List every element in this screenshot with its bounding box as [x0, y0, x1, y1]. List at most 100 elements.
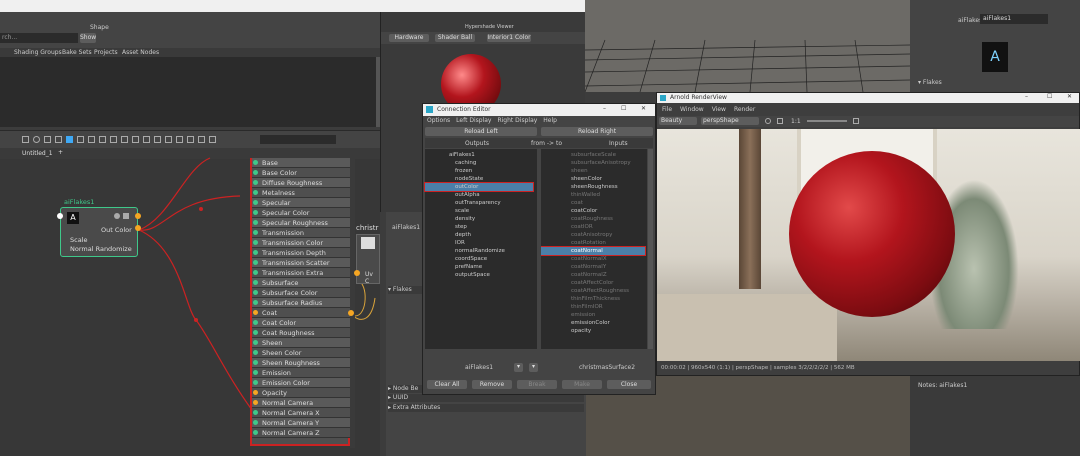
tr-field-input[interactable]: aiFlakes1 [980, 14, 1048, 24]
ce-clear-all-button[interactable]: Clear All [427, 380, 467, 389]
ce-menu-left-display[interactable]: Left Display [456, 117, 491, 126]
surface-attr-row[interactable]: Transmission [252, 228, 350, 238]
surface-attr-row[interactable]: Sheen Roughness [252, 358, 350, 368]
ce-left-item[interactable]: depth [455, 231, 471, 239]
ce-make-button[interactable]: Make [562, 380, 602, 389]
ne-tab-projects[interactable]: Projects [94, 49, 118, 56]
ce-right-item[interactable]: coatRotation [571, 239, 606, 247]
attr-input-port[interactable] [253, 330, 258, 335]
attr-input-port[interactable] [253, 300, 258, 305]
ce-right-item[interactable]: coatAnisotropy [571, 231, 612, 239]
toolbar-icon[interactable] [154, 136, 161, 143]
ae-tab[interactable]: aiFlakes1 [392, 224, 420, 231]
flakes-input-port[interactable] [57, 213, 63, 219]
attr-input-port[interactable] [253, 390, 258, 395]
surface-attr-row[interactable]: Opacity [252, 388, 350, 398]
maximize-icon[interactable]: ☐ [1047, 93, 1052, 100]
attr-input-port[interactable] [253, 230, 258, 235]
ce-right-item[interactable]: thinFilmThickness [571, 295, 620, 303]
ce-left-item[interactable]: prefName [455, 263, 482, 271]
ce-reload-right-button[interactable]: Reload Right [541, 127, 653, 136]
tr-section-flakes[interactable]: ▾ Flakes [918, 79, 942, 86]
surface-attr-row[interactable]: Normal Camera [252, 398, 350, 408]
surface-attr-row[interactable]: Diffuse Roughness [252, 178, 350, 188]
surface-attr-row[interactable]: Metalness [252, 188, 350, 198]
ce-left-item[interactable]: frozen [455, 167, 472, 175]
ce-left-item[interactable]: IOR [455, 239, 465, 247]
ce-left-item[interactable]: caching [455, 159, 476, 167]
ce-left-item[interactable]: coordSpace [455, 255, 487, 263]
ne-tab-asset-nodes[interactable]: Asset Nodes [122, 49, 159, 56]
ce-right-item[interactable]: sheenRoughness [571, 183, 618, 191]
attr-input-port[interactable] [253, 430, 258, 435]
attr-input-port[interactable] [253, 250, 258, 255]
ce-right-list[interactable]: subsurfaceScale subsurfaceAnisotropy sheen… [541, 149, 647, 349]
ce-left-item[interactable]: aiFlakes1 [449, 151, 475, 159]
ce-left-item[interactable]: outputSpace [455, 271, 490, 279]
ce-right-item[interactable]: coatColor [571, 207, 597, 215]
attr-input-port[interactable] [253, 370, 258, 375]
ce-right-item[interactable]: subsurfaceAnisotropy [571, 159, 631, 167]
ce-left-item[interactable]: scale [455, 207, 469, 215]
ne-tab-shading-groups[interactable]: Shading Groups [14, 49, 62, 56]
toolbar-icon[interactable] [176, 136, 183, 143]
ce-break-button[interactable]: Break [517, 380, 557, 389]
ce-right-item[interactable]: thinFilmIOR [571, 303, 603, 311]
minimize-icon[interactable]: – [603, 105, 606, 112]
ce-left-item[interactable]: outTransparency [455, 199, 501, 207]
ae-section-uuid[interactable]: ▸ UUID [388, 394, 584, 402]
toolbar-icon[interactable] [99, 136, 106, 143]
ce-left-list[interactable]: aiFlakes1 caching frozen nodeState outColor o… [424, 149, 537, 349]
attr-input-port[interactable] [253, 210, 258, 215]
ce-right-item[interactable]: coat [571, 199, 583, 207]
toolbar-icon[interactable] [187, 136, 194, 143]
ce-right-item[interactable]: coatAffectRoughness [571, 287, 629, 295]
surface-attr-row[interactable]: Base Color [252, 168, 350, 178]
maximize-icon[interactable]: ☐ [621, 105, 626, 112]
surface-attr-row[interactable]: Specular Color [252, 208, 350, 218]
attr-input-port[interactable] [253, 180, 258, 185]
attr-input-port[interactable] [253, 290, 258, 295]
ce-right-item[interactable]: coatIOR [571, 223, 593, 231]
ce-left-item[interactable]: outColor [424, 182, 534, 192]
christmas-node[interactable]: Uv C [356, 234, 380, 285]
surface-attr-row[interactable]: Specular [252, 198, 350, 208]
attr-input-port[interactable] [253, 260, 258, 265]
rv-exposure-slider[interactable] [807, 120, 847, 122]
toolbar-icon[interactable] [143, 136, 150, 143]
rv-menu-render[interactable]: Render [734, 106, 755, 115]
viewer-shape-dropdown[interactable]: Shader Ball [435, 34, 475, 42]
attr-input-port[interactable] [253, 400, 258, 405]
ce-left-item[interactable]: density [455, 215, 475, 223]
rv-render-icon[interactable] [765, 118, 771, 124]
attr-input-port[interactable] [253, 340, 258, 345]
ce-right-item[interactable]: sheen [571, 167, 588, 175]
surface-attr-row[interactable]: Subsurface Color [252, 288, 350, 298]
ce-right-item[interactable]: coatRoughness [571, 215, 613, 223]
ce-remove-button[interactable]: Remove [472, 380, 512, 389]
ce-menu-help[interactable]: Help [543, 117, 557, 126]
node-editor-graph[interactable]: Untitled_1 + aiFlakes1 A Out Color Scale… [0, 148, 380, 456]
attr-input-port[interactable] [253, 160, 258, 165]
toolbar-icon[interactable] [209, 136, 216, 143]
surface-attr-row[interactable]: Sheen Color [252, 348, 350, 358]
flakes-out-color-port[interactable] [135, 225, 141, 231]
ce-left-item[interactable]: step [455, 223, 467, 231]
surface-attr-row[interactable]: Emission Color [252, 378, 350, 388]
surface-attr-row[interactable]: Sheen [252, 338, 350, 348]
close-icon[interactable]: ✕ [1067, 93, 1072, 100]
toolbar-icon[interactable] [110, 136, 117, 143]
ce-left-arrow-button[interactable]: ▾ [514, 363, 523, 372]
node-settings-icon[interactable] [114, 213, 120, 219]
rv-snapshot-icon[interactable] [853, 118, 859, 124]
rv-aov-dropdown[interactable]: Beauty [659, 117, 697, 125]
attr-input-port[interactable] [253, 190, 258, 195]
surface-attr-row[interactable]: Transmission Color [252, 238, 350, 248]
ae-section-extra[interactable]: ▸ Extra Attributes [388, 404, 584, 412]
ce-reload-left-button[interactable]: Reload Left [425, 127, 537, 136]
christmas-port[interactable] [354, 270, 360, 276]
attr-input-port[interactable] [253, 410, 258, 415]
surface-attr-row[interactable]: Transmission Depth [252, 248, 350, 258]
rv-render-canvas[interactable] [657, 129, 1080, 361]
close-icon[interactable]: ✕ [641, 105, 646, 112]
